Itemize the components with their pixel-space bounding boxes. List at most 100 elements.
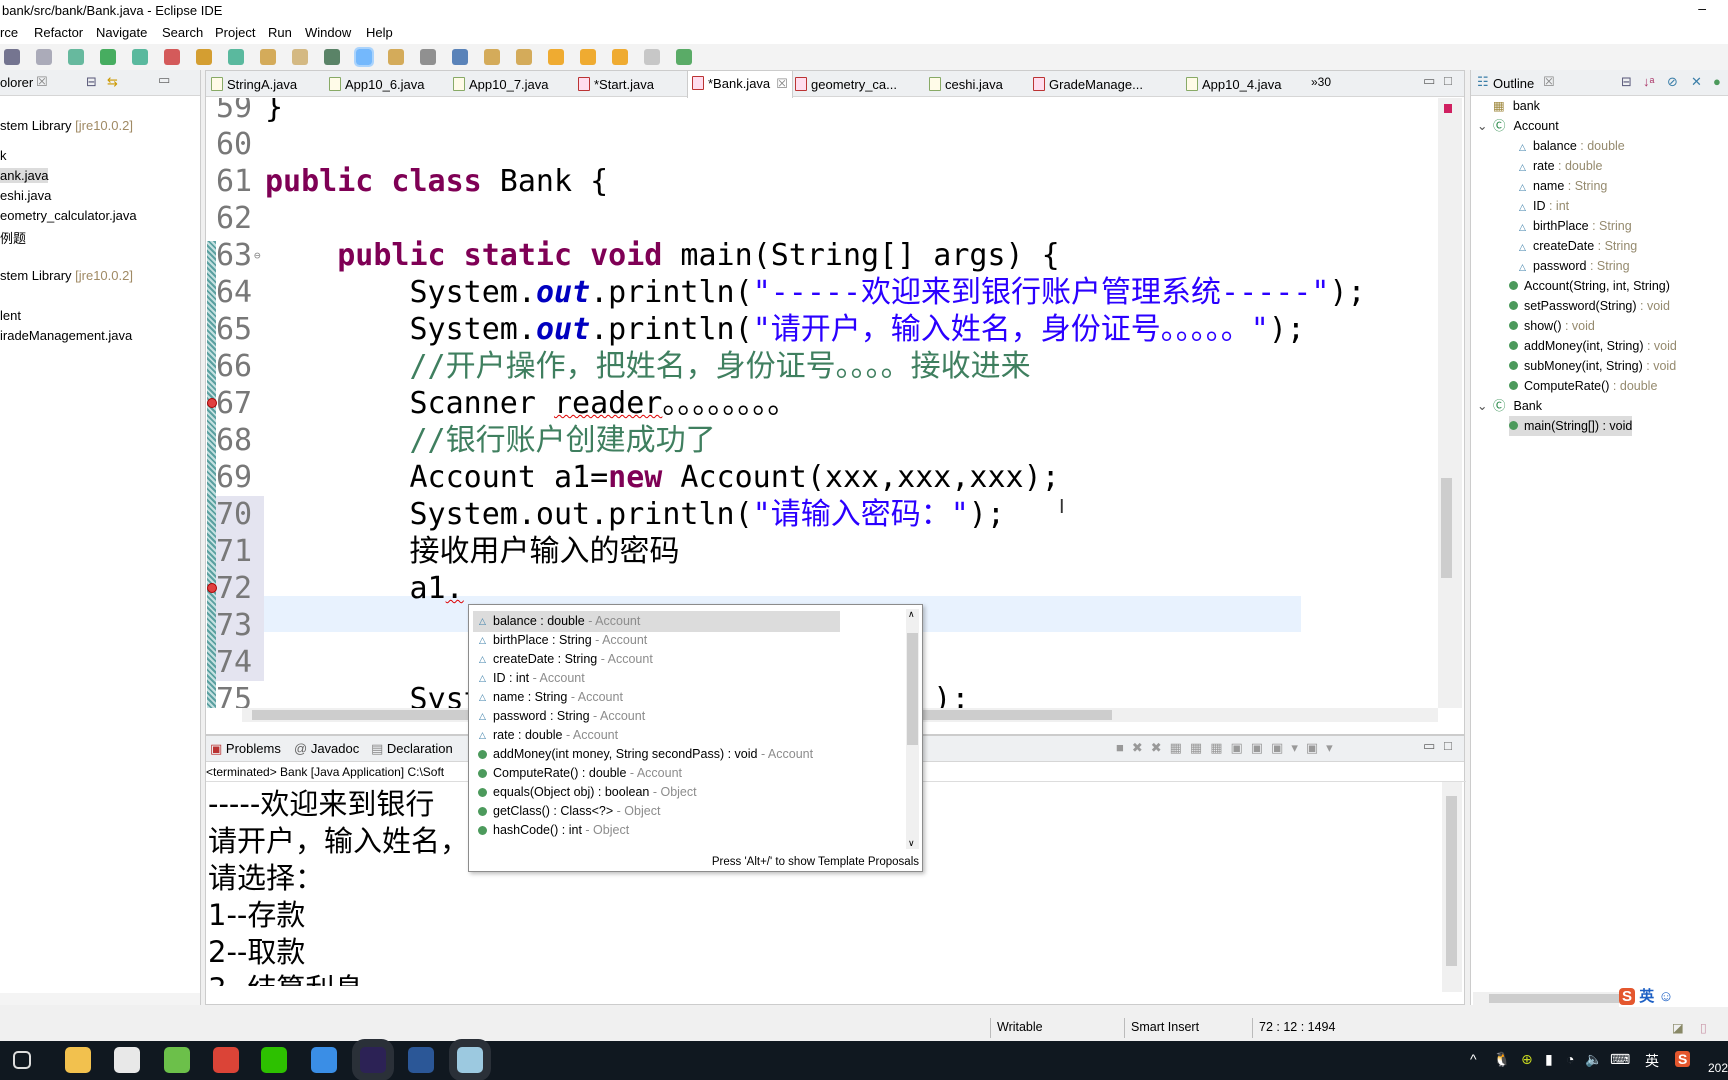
outline-item[interactable]: addMoney(int, String) : void bbox=[1509, 336, 1677, 356]
toolbar-button-icon[interactable] bbox=[420, 49, 436, 65]
tab-app106java[interactable]: App10_6.java bbox=[329, 77, 425, 92]
toolbar-button-icon[interactable] bbox=[4, 49, 20, 65]
hide-nonpublic-icon[interactable]: ● bbox=[1713, 74, 1721, 89]
close-icon[interactable]: ☒ bbox=[36, 74, 48, 90]
scroll-thumb[interactable] bbox=[1446, 796, 1457, 966]
toolbar-button-icon[interactable] bbox=[548, 49, 564, 65]
explorer-item[interactable]: stem Library [jre10.0.2] bbox=[0, 268, 133, 283]
menu-help[interactable]: Help bbox=[366, 25, 393, 40]
code-line[interactable]: 71 接收用户输入的密码 bbox=[206, 533, 1436, 570]
ime-lang[interactable]: 英 bbox=[1639, 988, 1654, 1005]
chrome-icon[interactable] bbox=[213, 1047, 239, 1073]
explorer-scrollbar[interactable] bbox=[0, 993, 200, 1005]
outline-item[interactable]: Account(String, int, String) bbox=[1509, 276, 1670, 296]
proposal-item[interactable]: △ balance : double - Account bbox=[473, 611, 840, 632]
sogou-icon[interactable]: S bbox=[1619, 988, 1636, 1005]
error-icon[interactable] bbox=[207, 398, 217, 408]
error-icon[interactable] bbox=[207, 583, 217, 593]
code-line[interactable]: 60 bbox=[206, 126, 1436, 163]
toolbar-button-icon[interactable] bbox=[228, 49, 244, 65]
scroll-thumb[interactable] bbox=[907, 633, 918, 745]
hide-fields-icon[interactable]: ⊘ bbox=[1667, 74, 1678, 90]
maximize-icon[interactable]: □ bbox=[1444, 738, 1452, 753]
ime-indicator[interactable]: 英 bbox=[1645, 1051, 1659, 1071]
link-editor-icon[interactable]: ⇆ bbox=[107, 74, 118, 90]
ie-browser-icon[interactable] bbox=[164, 1047, 190, 1073]
tab-declaration[interactable]: ▤ Declaration bbox=[371, 736, 453, 762]
toolbar-button-icon[interactable] bbox=[36, 49, 52, 65]
tips-icon[interactable]: ▯ bbox=[1700, 1020, 1707, 1035]
code-line[interactable]: 68 //银行账户创建成功了 bbox=[206, 422, 1436, 459]
menu-search[interactable]: Search bbox=[162, 25, 203, 40]
console-vertical-scrollbar[interactable] bbox=[1442, 782, 1462, 992]
scroll-thumb[interactable] bbox=[1441, 478, 1452, 578]
outline-item[interactable]: △ ID : int bbox=[1519, 196, 1569, 216]
tab-stringajava[interactable]: StringA.java bbox=[211, 77, 297, 92]
outline-item[interactable]: main(String[]) : void bbox=[1509, 416, 1633, 436]
outline-item[interactable]: ⌄ Ⓒ Bank bbox=[1477, 396, 1542, 416]
explorer-item[interactable]: stem Library [jre10.0.2] bbox=[0, 118, 133, 133]
explorer-item[interactable]: 例题 bbox=[0, 228, 26, 247]
collapse-all-icon[interactable]: ⊟ bbox=[1621, 74, 1632, 90]
explorer-tab[interactable]: olorer bbox=[0, 75, 33, 90]
code-line[interactable]: 67 Scanner reader。。。。。。。。 bbox=[206, 385, 1436, 422]
menu-project[interactable]: Project bbox=[215, 25, 255, 40]
chevron-down-icon[interactable]: ⌄ bbox=[1477, 116, 1487, 136]
proposal-item[interactable]: △ rate : double - Account bbox=[473, 725, 840, 746]
battery-icon[interactable]: ▮ bbox=[1545, 1051, 1553, 1068]
minimize-icon[interactable]: ▭ bbox=[158, 72, 170, 88]
notepad-icon[interactable] bbox=[457, 1047, 483, 1073]
toolbar-button-icon[interactable] bbox=[580, 49, 596, 65]
minimize-icon[interactable]: ▭ bbox=[1423, 738, 1435, 754]
toolbar-button-icon[interactable] bbox=[452, 49, 468, 65]
proposal-item[interactable]: △ createDate : String - Account bbox=[473, 649, 840, 670]
toolbar-button-icon[interactable] bbox=[292, 49, 308, 65]
explorer-item[interactable]: iradeManagement.java bbox=[0, 328, 132, 343]
explorer-item[interactable]: eometry_calculator.java bbox=[0, 208, 137, 223]
outline-item[interactable]: △ rate : double bbox=[1519, 156, 1603, 176]
toolbar-button-icon[interactable] bbox=[484, 49, 500, 65]
proposal-item[interactable]: △ birthPlace : String - Account bbox=[473, 630, 840, 651]
tray-chevron-icon[interactable]: ^ bbox=[1470, 1051, 1477, 1067]
code-line[interactable]: 72 a1. bbox=[206, 570, 1436, 607]
proposal-item[interactable]: addMoney(int money, String secondPass) :… bbox=[473, 744, 840, 765]
toolbar-button-icon[interactable] bbox=[164, 49, 180, 65]
toolbar-button-icon[interactable] bbox=[100, 49, 116, 65]
menu-navigate[interactable]: Navigate bbox=[96, 25, 147, 40]
notification-icon[interactable]: ◪ bbox=[1672, 1020, 1684, 1035]
explorer-item[interactable]: k bbox=[0, 148, 7, 163]
code-line[interactable]: 66 //开户操作，把姓名，身份证号。。。。接收进来 bbox=[206, 348, 1436, 385]
emoji-icon[interactable]: ☺ bbox=[1658, 988, 1673, 1005]
explorer-item[interactable]: eshi.java bbox=[0, 188, 51, 203]
scroll-up-icon[interactable]: ∧ bbox=[908, 609, 915, 620]
proposal-item[interactable]: △ password : String - Account bbox=[473, 706, 840, 727]
maximize-icon[interactable]: □ bbox=[1444, 73, 1452, 88]
code-line[interactable]: 69 Account a1=new Account(xxx,xxx,xxx); bbox=[206, 459, 1436, 496]
tab-app107java[interactable]: App10_7.java bbox=[453, 77, 549, 92]
outline-item[interactable]: △ createDate : String bbox=[1519, 236, 1637, 256]
tab-javadoc[interactable]: @ Javadoc bbox=[294, 736, 359, 762]
eclipse-icon[interactable] bbox=[360, 1047, 386, 1073]
scroll-down-icon[interactable]: ∨ bbox=[908, 838, 915, 849]
sogou-tray-icon[interactable]: S bbox=[1675, 1051, 1691, 1067]
outline-item[interactable]: ComputeRate() : double bbox=[1509, 376, 1657, 396]
code-line[interactable]: 64 System.out.println("-----欢迎来到银行账户管理系统… bbox=[206, 274, 1436, 311]
volume-icon[interactable]: 🔈 bbox=[1585, 1051, 1602, 1068]
proposal-item[interactable]: △ name : String - Account bbox=[473, 687, 840, 708]
proposal-item[interactable]: equals(Object obj) : boolean - Object bbox=[473, 782, 840, 803]
toolbar-button-icon[interactable] bbox=[516, 49, 532, 65]
toolbar-button-icon[interactable] bbox=[612, 49, 628, 65]
menu-refactor[interactable]: Refactor bbox=[34, 25, 83, 40]
code-line[interactable]: 62 bbox=[206, 200, 1436, 237]
outline-item[interactable]: △ birthPlace : String bbox=[1519, 216, 1632, 236]
close-icon[interactable]: ☒ bbox=[1543, 74, 1555, 90]
scroll-thumb[interactable] bbox=[1489, 994, 1639, 1003]
code-line[interactable]: 65 System.out.println("请开户，输入姓名，身份证号。。。。… bbox=[206, 311, 1436, 348]
code-line[interactable]: 70 System.out.println("请输入密码："); bbox=[206, 496, 1436, 533]
toolbar-button-icon[interactable] bbox=[132, 49, 148, 65]
proposal-item[interactable]: △ ID : int - Account bbox=[473, 668, 840, 689]
word-icon[interactable] bbox=[408, 1047, 434, 1073]
toolbar-button-icon[interactable] bbox=[388, 49, 404, 65]
toolbar-button-icon[interactable] bbox=[644, 49, 660, 65]
outline-item[interactable]: show() : void bbox=[1509, 316, 1595, 336]
